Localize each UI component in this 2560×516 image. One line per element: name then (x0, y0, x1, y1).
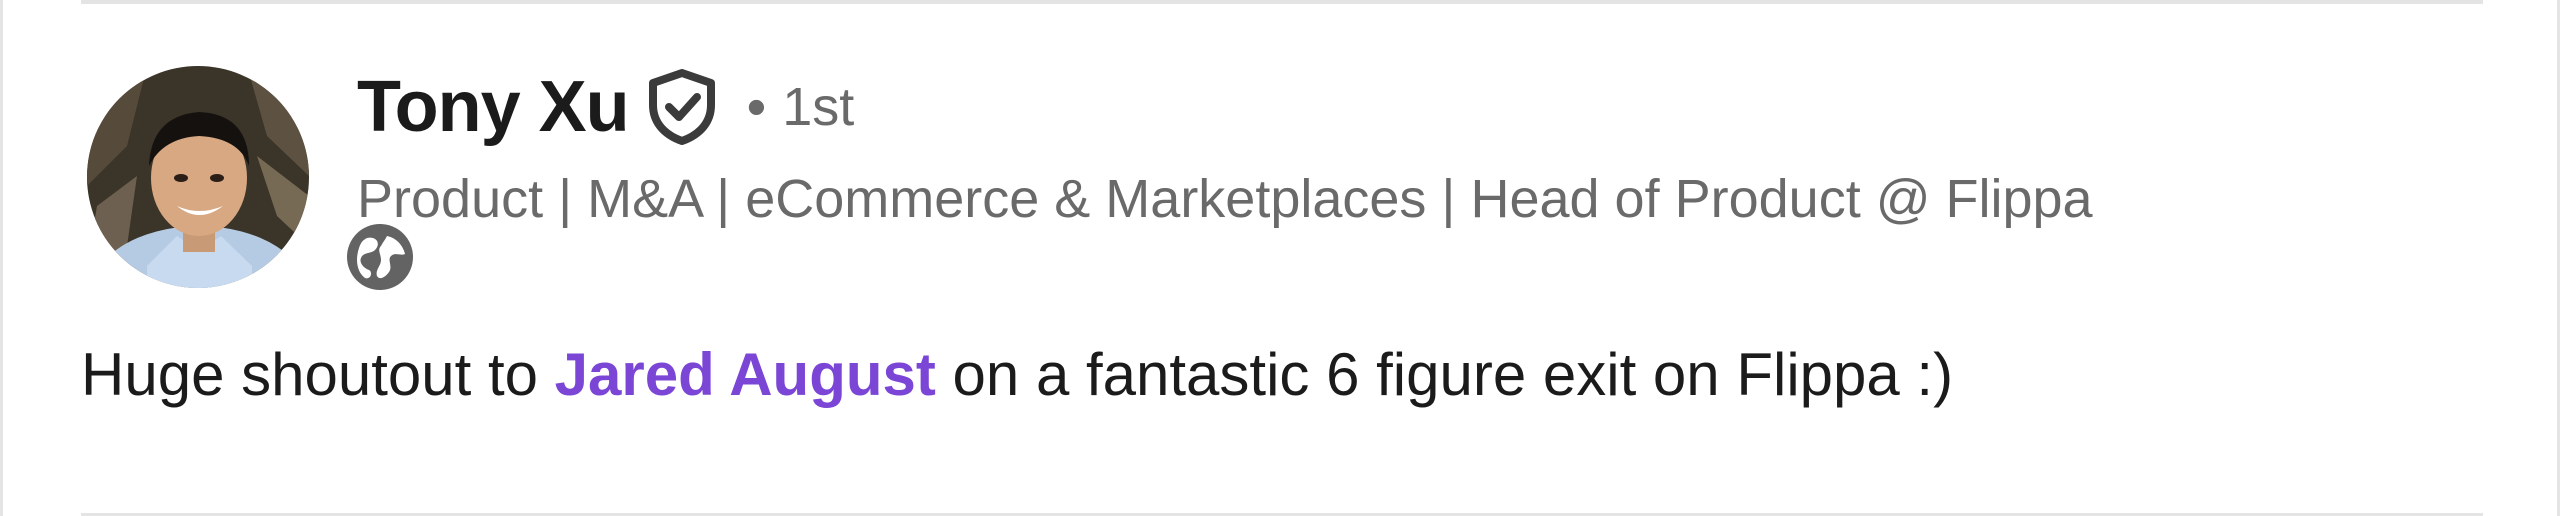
top-divider (81, 0, 2483, 4)
post-card: Tony Xu • 1st Product | M&A | eCommerce … (0, 0, 2560, 516)
post-text-after: on a fantastic 6 figure exit on Flippa :… (935, 341, 1954, 408)
mention-link[interactable]: Jared August (555, 341, 936, 408)
author-name[interactable]: Tony Xu (357, 66, 630, 148)
connection-degree: 1st (782, 77, 855, 137)
globe-icon (347, 224, 413, 290)
post-header (87, 66, 309, 288)
name-row: Tony Xu • 1st (357, 62, 2093, 152)
post-text-before: Huge shoutout to (81, 341, 555, 408)
post-text: Huge shoutout to Jared August on a fanta… (81, 340, 1953, 409)
shield-check-icon (647, 69, 717, 145)
separator-dot: • (746, 75, 767, 138)
avatar[interactable] (87, 66, 309, 288)
avatar-photo (87, 66, 309, 288)
author-headline[interactable]: Product | M&A | eCommerce & Marketplaces… (357, 168, 2093, 230)
author-meta: Tony Xu • 1st Product | M&A | eCommerce … (357, 62, 2093, 230)
